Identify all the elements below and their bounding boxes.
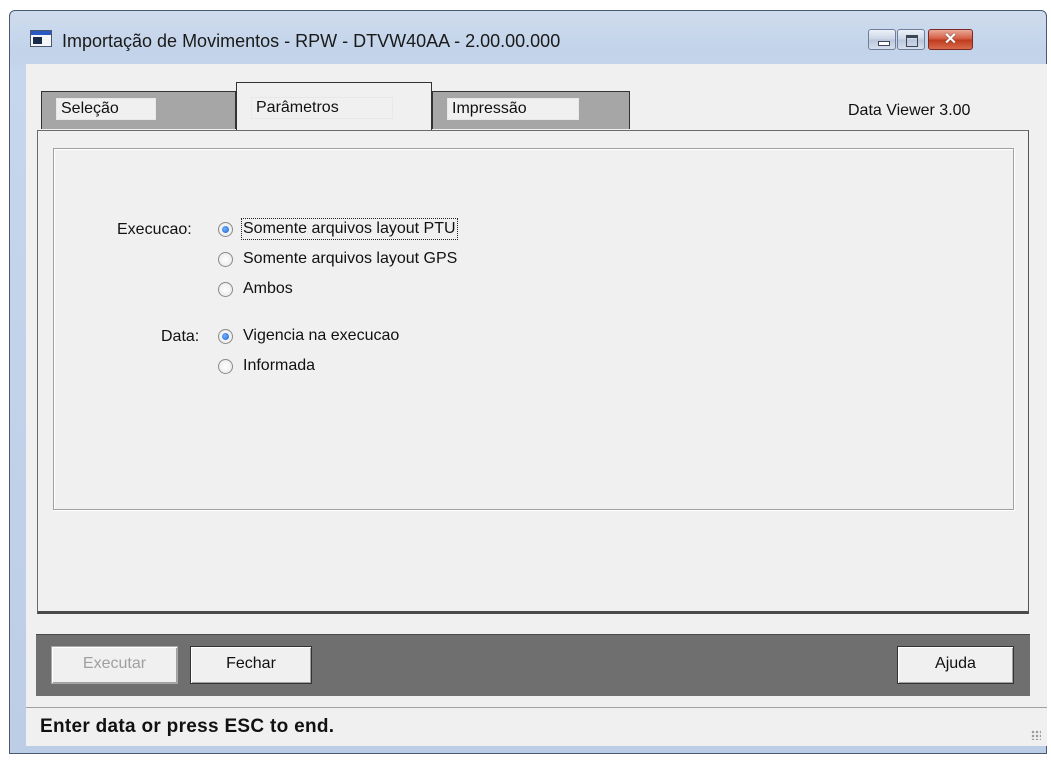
executar-button[interactable]: Executar [51, 646, 178, 684]
maximize-icon [906, 35, 918, 47]
tab-selecao-label: Seleção [56, 98, 156, 120]
execucao-radio-gps[interactable] [218, 252, 233, 267]
execucao-label: Execucao: [117, 221, 192, 238]
maximize-button[interactable] [897, 29, 925, 50]
minimize-button[interactable] [868, 29, 896, 50]
data-option-informada[interactable]: Informada [243, 357, 315, 375]
tab-impressao[interactable]: Impressão [432, 91, 630, 129]
execucao-option-ptu[interactable]: Somente arquivos layout PTU [241, 218, 458, 240]
close-icon: ✕ [943, 31, 958, 48]
resize-grip-icon[interactable] [1031, 730, 1041, 740]
fechar-button[interactable]: Fechar [190, 646, 312, 684]
data-label: Data: [161, 328, 200, 345]
tab-impressao-label: Impressão [447, 98, 579, 120]
version-label: Data Viewer 3.00 [848, 102, 971, 119]
execucao-option-ambos[interactable]: Ambos [243, 280, 293, 298]
data-option-vigencia[interactable]: Vigencia na execucao [243, 327, 399, 345]
ajuda-button[interactable]: Ajuda [897, 646, 1014, 684]
execucao-option-gps[interactable]: Somente arquivos layout GPS [243, 250, 457, 268]
data-radio-vigencia[interactable] [218, 329, 233, 344]
tab-panel-parametros: Execucao: Somente arquivos layout PTU So… [37, 130, 1029, 614]
data-radio-informada[interactable] [218, 359, 233, 374]
status-bar: Enter data or press ESC to end. [26, 707, 1047, 746]
close-button[interactable]: ✕ [928, 29, 973, 50]
window-title: Importação de Movimentos - RPW - DTVW40A… [62, 31, 561, 51]
tab-selecao[interactable]: Seleção [41, 91, 236, 129]
app-window-icon[interactable] [30, 30, 52, 47]
execucao-radio-ambos[interactable] [218, 282, 233, 297]
button-bar: Executar Fechar Ajuda [36, 634, 1030, 696]
execucao-radio-ptu[interactable] [218, 222, 233, 237]
minimize-icon [878, 41, 890, 46]
tab-parametros[interactable]: Parâmetros [236, 82, 432, 130]
status-text: Enter data or press ESC to end. [40, 716, 335, 737]
tab-parametros-label: Parâmetros [251, 97, 393, 119]
